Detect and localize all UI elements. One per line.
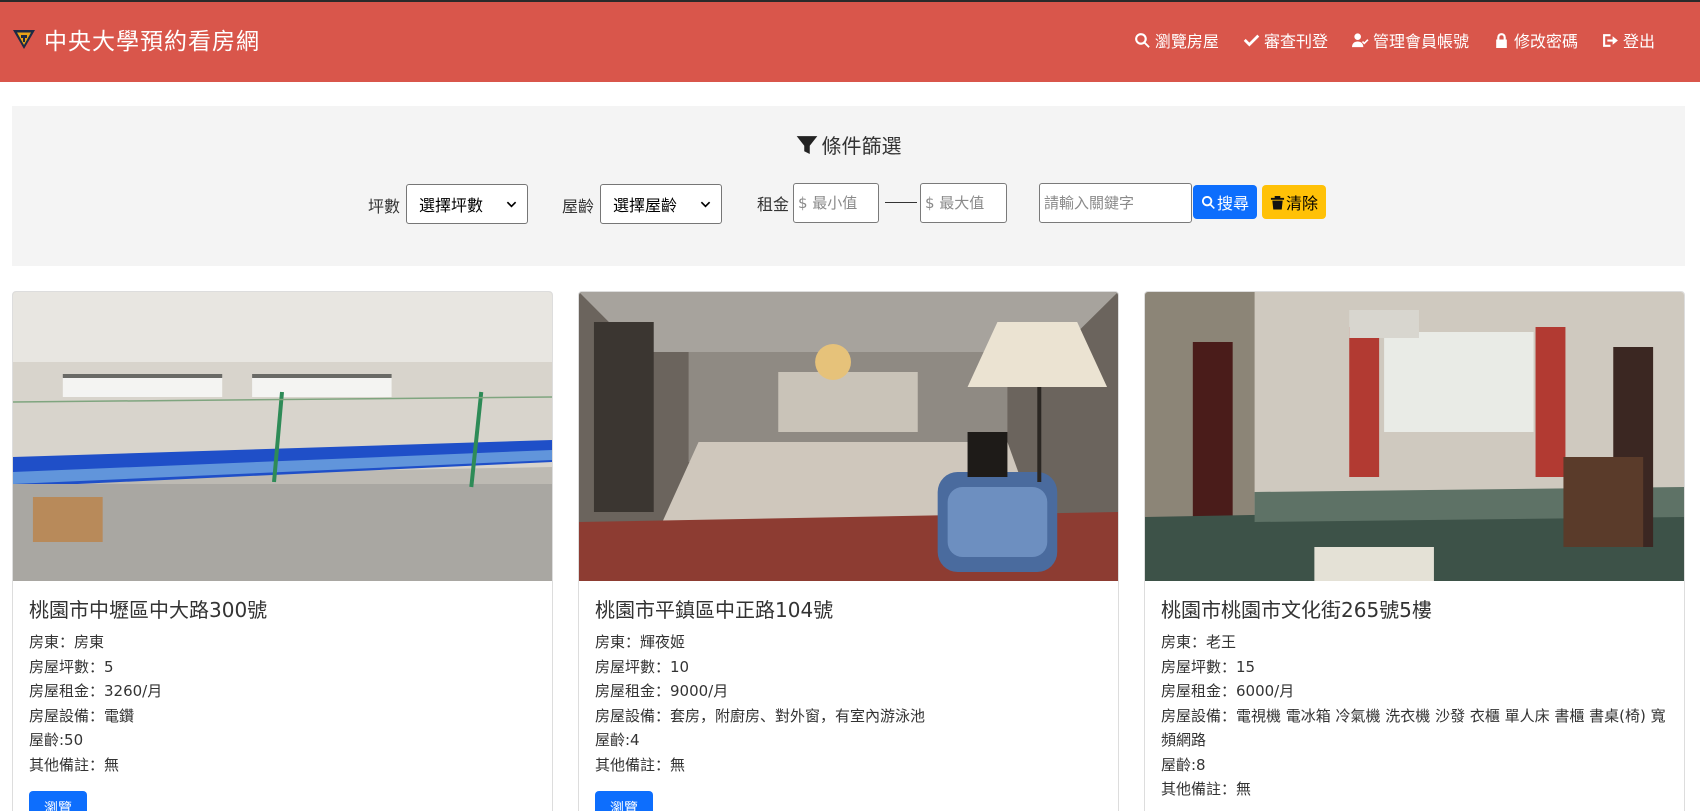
listing-age: 屋齡:50 <box>29 731 84 749</box>
nav-manage-members[interactable]: 管理會員帳號 <box>1351 28 1469 52</box>
filter-title: 條件篩選 <box>821 134 902 158</box>
browse-button[interactable]: 瀏覽 <box>595 791 653 811</box>
lock-icon <box>1496 32 1507 48</box>
age-select-value: 選擇屋齡 <box>613 196 678 215</box>
nav-review-label: 審查刊登 <box>1263 32 1328 51</box>
search-button-label: 搜尋 <box>1217 194 1250 213</box>
brand[interactable]: 中央大學預約看房網 <box>12 22 260 56</box>
listing-photo-image <box>1145 292 1684 581</box>
listing-card: 桃園市桃園市文化街265號5樓 房東：老王 房屋坪數：15 房屋租金：6000/… <box>1144 291 1685 811</box>
nav-browse-houses[interactable]: 瀏覽房屋 <box>1134 28 1219 52</box>
check-icon <box>1243 34 1260 46</box>
listing-photo[interactable] <box>579 292 1118 581</box>
nav-logout-label: 登出 <box>1622 32 1655 51</box>
size-select[interactable]: 選擇坪數 <box>406 184 528 224</box>
chevron-down-icon <box>506 201 517 208</box>
listing-age: 屋齡:4 <box>595 731 640 749</box>
user-check-icon <box>1351 32 1369 47</box>
filter-icon <box>796 135 817 154</box>
listing-rent: 房屋租金：3260/月 <box>29 682 163 700</box>
listing-age: 屋齡:8 <box>1161 755 1206 774</box>
listing-landlord: 房東：房東 <box>29 633 105 651</box>
listing-notes: 其他備註：無 <box>1161 780 1252 798</box>
rent-min-input[interactable] <box>793 183 879 223</box>
nav-browse-label: 瀏覽房屋 <box>1154 32 1219 51</box>
university-emblem-icon <box>13 30 35 49</box>
listing-equipment: 房屋設備：電視機 電冰箱 冷氣機 洗衣機 沙發 衣櫃 單人床 書櫃 書桌(椅) … <box>1161 706 1666 750</box>
search-icon <box>1201 195 1215 209</box>
listing-photo[interactable] <box>13 292 552 581</box>
nav-logout[interactable]: 登出 <box>1602 28 1655 52</box>
listing-photo-image <box>579 292 1118 581</box>
listing-rent: 房屋租金：6000/月 <box>1161 682 1295 700</box>
listing-details: 房東：房東 房屋坪數：5 房屋租金：3260/月 房屋設備：電鑽 屋齡:50 其… <box>29 630 539 777</box>
clear-button-label: 清除 <box>1286 194 1319 213</box>
keyword-input[interactable] <box>1039 183 1192 223</box>
chevron-down-icon <box>700 201 711 208</box>
listing-details: 房東：輝夜姬 房屋坪數：10 房屋租金：9000/月 房屋設備：套房，附廚房、對… <box>595 630 1105 777</box>
age-label: 屋齡 <box>562 197 595 216</box>
size-label: 坪數 <box>368 197 401 216</box>
listing-details: 房東：老王 房屋坪數：15 房屋租金：6000/月 房屋設備：電視機 電冰箱 冷… <box>1161 630 1671 802</box>
trash-icon <box>1270 195 1285 210</box>
listing-equipment: 房屋設備：電鑽 <box>29 706 135 725</box>
listing-notes: 其他備註：無 <box>595 755 686 774</box>
browse-button[interactable]: 瀏覽 <box>29 791 87 811</box>
listing-equipment: 房屋設備：套房，附廚房、對外窗，有室內游泳池 <box>595 706 926 725</box>
listing-notes: 其他備註：無 <box>29 755 120 774</box>
nav-password-label: 修改密碼 <box>1513 32 1578 51</box>
clear-button[interactable]: 清除 <box>1262 185 1327 219</box>
search-icon <box>1135 32 1150 48</box>
listing-size: 房屋坪數：5 <box>29 657 114 676</box>
listing-address: 桃園市平鎮區中正路104號 <box>595 598 834 622</box>
top-navbar: 中央大學預約看房網 瀏覽房屋 審查刊登 管理會員帳號 修改密碼 登出 <box>0 0 1700 82</box>
listing-card: 桃園市平鎮區中正路104號 房東：輝夜姬 房屋坪數：10 房屋租金：9000/月… <box>578 291 1119 811</box>
rent-label: 租金 <box>757 195 790 214</box>
nav-links: 瀏覽房屋 審查刊登 管理會員帳號 修改密碼 登出 <box>1110 28 1655 52</box>
listing-photo[interactable] <box>1145 292 1684 581</box>
listing-size: 房屋坪數：15 <box>1161 657 1256 676</box>
listing-landlord: 房東：老王 <box>1161 633 1237 651</box>
listing-rent: 房屋租金：9000/月 <box>595 682 729 700</box>
search-button[interactable]: 搜尋 <box>1193 185 1258 219</box>
nav-change-password[interactable]: 修改密碼 <box>1493 28 1578 52</box>
listing-address: 桃園市中壢區中大路300號 <box>29 598 268 622</box>
filter-panel: 條件篩選 坪數 選擇坪數 屋齡 選擇屋齡 租金 搜尋 清除 <box>12 106 1685 266</box>
logout-icon <box>1603 33 1618 47</box>
range-separator <box>885 202 917 203</box>
rent-max-input[interactable] <box>920 183 1007 223</box>
listing-landlord: 房東：輝夜姬 <box>595 633 686 651</box>
filter-heading: 條件篩選 <box>12 130 1685 159</box>
size-select-value: 選擇坪數 <box>419 196 484 215</box>
nav-manage-label: 管理會員帳號 <box>1372 32 1469 51</box>
listing-card: 桃園市中壢區中大路300號 房東：房東 房屋坪數：5 房屋租金：3260/月 房… <box>12 291 553 811</box>
age-select[interactable]: 選擇屋齡 <box>600 184 722 224</box>
brand-title: 中央大學預約看房網 <box>44 29 260 55</box>
listing-address: 桃園市桃園市文化街265號5樓 <box>1161 598 1432 622</box>
listing-size: 房屋坪數：10 <box>595 657 690 676</box>
nav-review-listings[interactable]: 審查刊登 <box>1243 28 1328 52</box>
listing-photo-image <box>13 292 552 581</box>
